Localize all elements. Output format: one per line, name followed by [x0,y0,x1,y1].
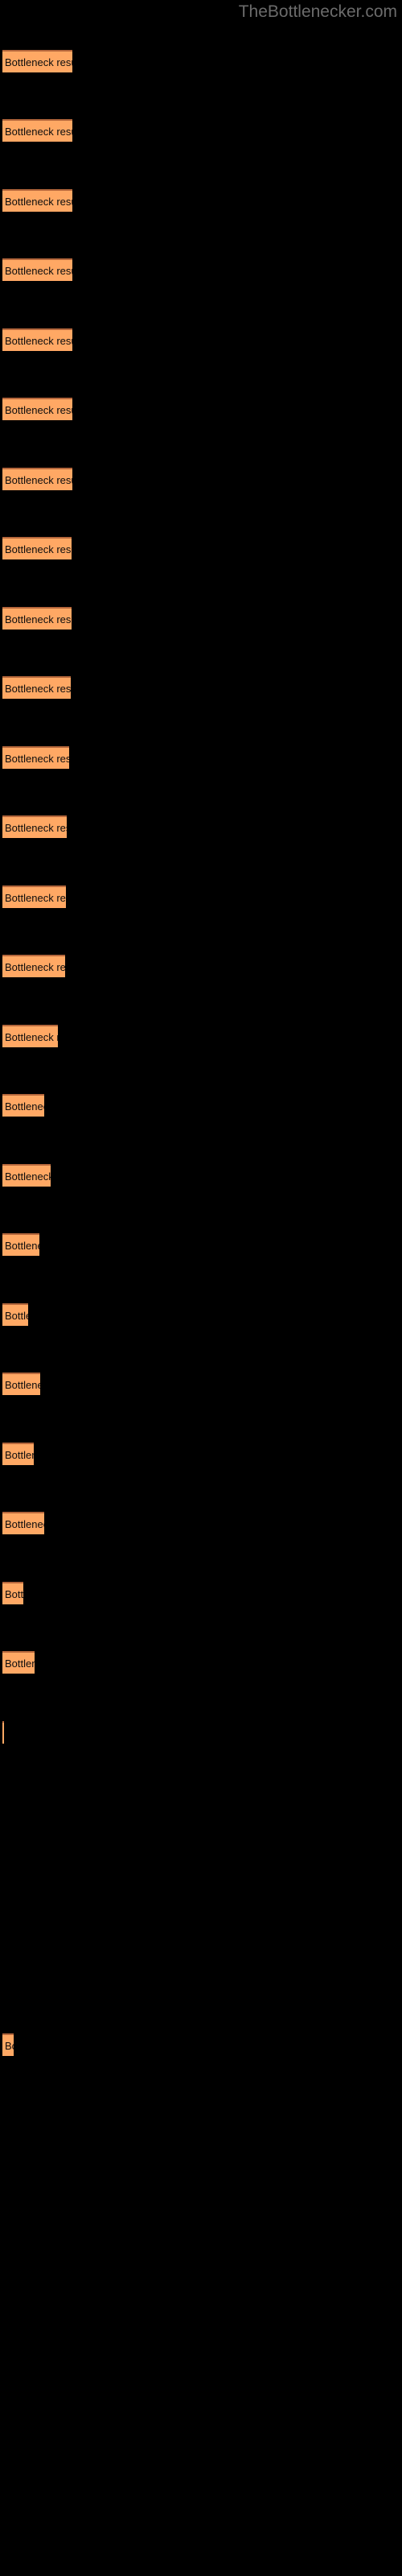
bar-11: Bottleneck result [2,746,69,769]
bar-13: Bottleneck result [2,886,66,908]
bar-4: Bottleneck result [2,258,72,281]
bar-10: Bottleneck result [2,676,71,699]
bar-9: Bottleneck result [2,607,72,630]
bar-26: Bottleneck result [2,2033,14,2056]
bar-6: Bottleneck result [2,398,72,420]
bar-label: Bottleneck result [5,474,72,486]
bar-label: Bottleneck result [5,1379,40,1391]
bar-label: Bottleneck result [5,753,69,765]
bar-24: Bottleneck result [2,1651,35,1674]
bar-8: Bottleneck result [2,537,72,559]
bottleneck-results-bar-chart: Bottleneck result Bottleneck result Bottle… [0,0,402,2576]
bar-label: Bottleneck result [5,1240,39,1252]
bar-label: Bottleneck result [5,196,72,208]
bar-label: Bottleneck result [5,822,67,834]
bar-18: Bottleneck result [2,1233,39,1256]
bar-17: Bottleneck result [2,1164,51,1187]
bar-label: Bottleneck result [5,404,72,416]
bar-label: Bottleneck result [5,1588,23,1600]
bar-14: Bottleneck result [2,955,65,977]
bar-label: Bottleneck result [5,1449,34,1461]
bar-22: Bottleneck result [2,1512,44,1534]
bar-19: Bottleneck result [2,1303,28,1326]
bar-16: Bottleneck result [2,1094,44,1117]
bar-label: Bottleneck result [5,892,66,904]
bar-7: Bottleneck result [2,468,72,490]
bar-2: Bottleneck result [2,119,72,142]
bar-12: Bottleneck result [2,815,67,838]
bar-label: Bottleneck result [5,56,72,68]
bar-21: Bottleneck result [2,1443,34,1465]
bar-label: Bottleneck result [5,1100,44,1113]
bar-5: Bottleneck result [2,328,72,351]
bar-15: Bottleneck result [2,1025,58,1047]
page-root: TheBottlenecker.com Bottleneck resultBot… [0,0,402,2576]
bar-label: Bottleneck result [5,1518,44,1530]
bar-label: Bottleneck result [5,1031,58,1043]
bar-label: Bottleneck result [5,1310,28,1322]
bar-label: Bottleneck result [5,543,72,555]
bar-label: Bottleneck result [5,613,72,625]
bar-label: Bottleneck result [5,683,71,695]
bar-1: Bottleneck result [2,50,72,72]
bar-label: Bottleneck result [5,1657,35,1670]
bar-3: Bottleneck result [2,189,72,212]
bar-23: Bottleneck result [2,1582,23,1604]
bar-25: Bottleneck result [2,1721,4,1744]
bar-label: Bottleneck result [5,1170,51,1183]
bar-label: Bottleneck result [5,335,72,347]
bar-label: Bottleneck result [5,265,72,277]
bar-label: Bottleneck result [5,126,72,138]
bar-label: Bottleneck result [5,961,65,973]
bar-20: Bottleneck result [2,1373,40,1395]
bar-label: Bottleneck result [5,2040,14,2052]
